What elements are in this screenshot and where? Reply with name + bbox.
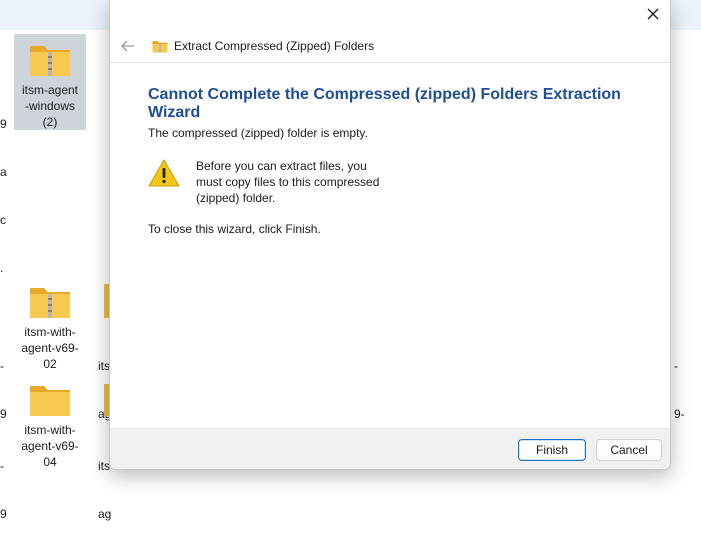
partial-label-left-2: - 9 (0, 326, 7, 438)
wizard-content: Cannot Complete the Compressed (zipped) … (148, 86, 650, 236)
icon-label-line: itsm-with- (24, 423, 76, 437)
partial-label-left: 9 a c . (0, 84, 7, 292)
dialog-titlebar (110, 0, 670, 30)
close-instruction: To close this wizard, click Finish. (148, 222, 321, 236)
dialog-footer: Finish Cancel (110, 428, 670, 469)
partial-char: 9- (674, 407, 685, 421)
partial-char: a (0, 165, 7, 179)
cancel-button[interactable]: Cancel (596, 439, 662, 461)
warning-icon (148, 158, 184, 192)
wizard-nav-bar: Extract Compressed (Zipped) Folders (110, 30, 670, 63)
icon-label-line: 02 (43, 357, 57, 371)
close-button[interactable] (636, 0, 670, 28)
close-icon (647, 8, 659, 20)
partial-char: . (0, 261, 4, 275)
partial-char: 9 (0, 117, 7, 131)
extract-wizard-dialog: Extract Compressed (Zipped) Folders Cann… (109, 0, 671, 470)
icon-label-line: -windows (24, 99, 75, 113)
zip-folder-icon (30, 288, 70, 318)
empty-folder-message: The compressed (zipped) folder is empty. (148, 126, 368, 140)
partial-char: 9 (0, 407, 7, 421)
partial-label-left-3: - 9 (0, 426, 7, 538)
icon-label-line: 04 (43, 455, 57, 469)
back-button[interactable] (114, 32, 142, 60)
zip-folder-icon (30, 46, 70, 76)
partial-char: c (0, 213, 6, 227)
partial-label-right: - 9- (674, 326, 685, 438)
zip-folder-itsm-agent-windows[interactable]: itsm-agent -windows (2) (14, 34, 86, 130)
icon-label-line: agent-v69- (21, 439, 79, 453)
icon-label-line: (2) (42, 115, 58, 129)
finish-button[interactable]: Finish (518, 439, 586, 461)
partial-char: 9 (0, 507, 7, 521)
warning-message: Before you can extract files, you must c… (196, 159, 380, 205)
zip-folder-itsm-with-agent-v69-02[interactable]: itsm-with- agent-v69- 02 (14, 284, 86, 372)
icon-label-line: agent-v69- (21, 341, 79, 355)
folder-itsm-with-agent-v69-04[interactable]: itsm-with- agent-v69- 04 (14, 382, 86, 470)
partial-char: - (0, 359, 4, 373)
partial-char: - (674, 359, 678, 373)
partial-char: ag (98, 507, 112, 521)
partial-char: - (0, 459, 4, 473)
folder-icon (30, 386, 70, 416)
back-arrow-icon (121, 40, 134, 52)
icon-label-line: itsm-agent (21, 83, 79, 97)
wizard-headline: Cannot Complete the Compressed (zipped) … (148, 86, 621, 121)
wizard-title: Extract Compressed (Zipped) Folders (174, 39, 375, 53)
icon-label-line: itsm-with- (24, 325, 76, 339)
zip-folder-small-icon (152, 40, 168, 53)
